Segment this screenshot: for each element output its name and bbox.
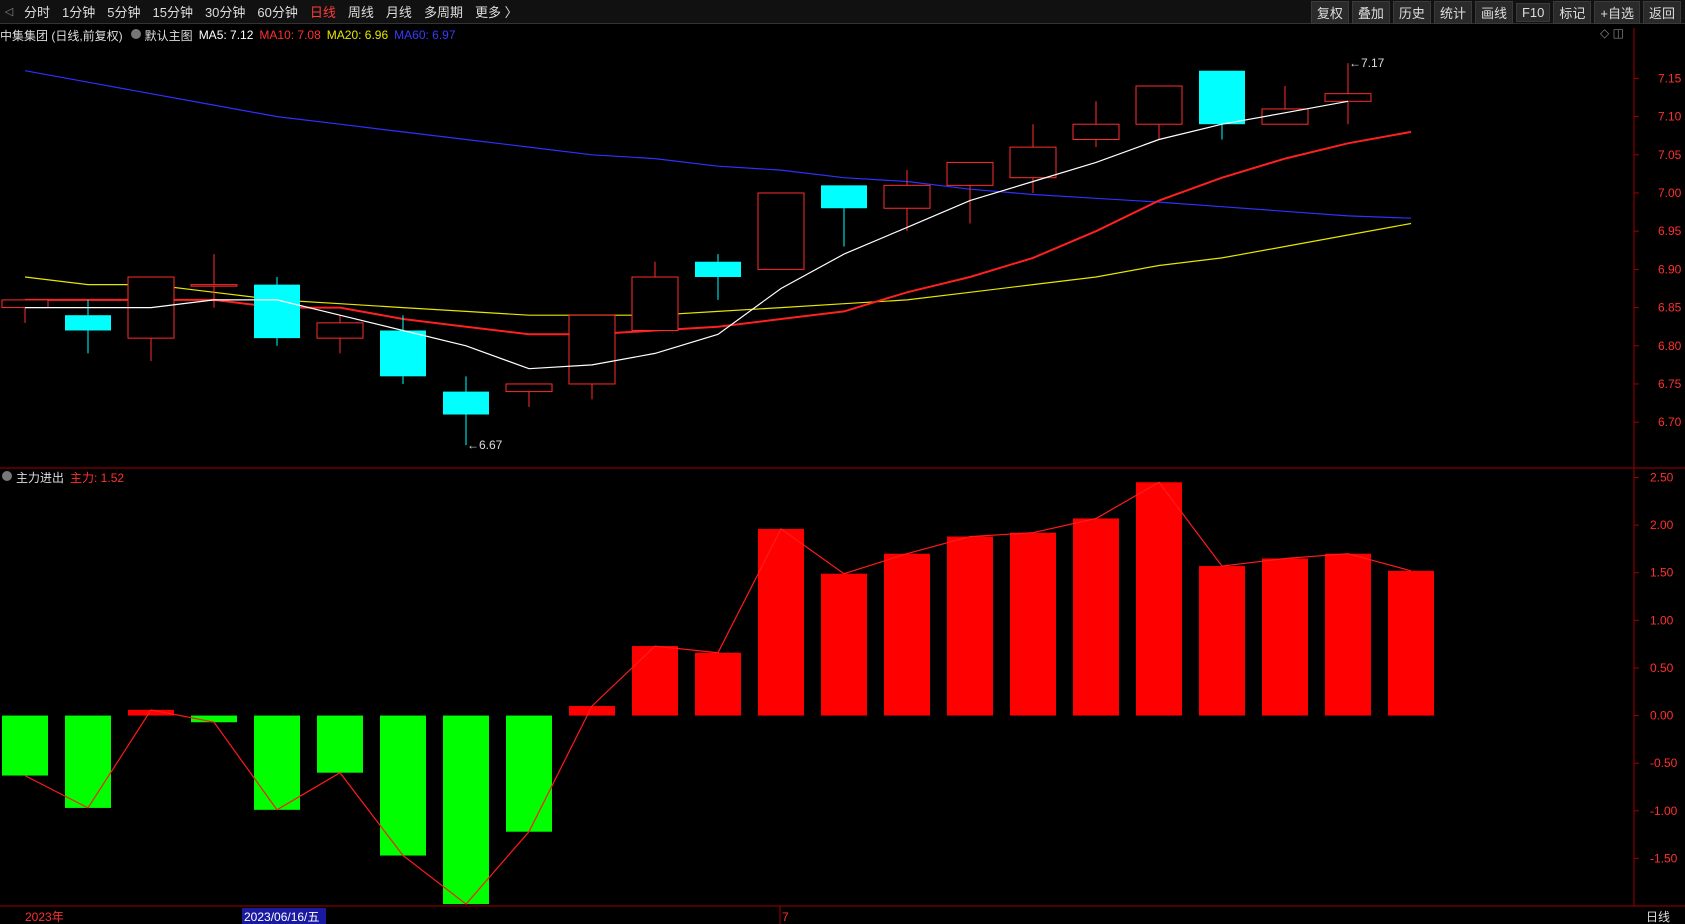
flow-bar-15 (947, 536, 993, 716)
main-ytick-label-5: 6.95 (1658, 224, 1682, 238)
chart-canvas[interactable]: 6.70 6.75 6.80 6.85 6.90 6.95 7.00 7.05 7.10 7.15… (0, 0, 1685, 924)
main-ytick-label-6: 7.00 (1658, 186, 1682, 200)
main-ytick-label-1: 6.75 (1658, 377, 1682, 391)
sub-ytick-label-1: -1.00 (1650, 804, 1678, 818)
candle-body-17 (1072, 123, 1120, 140)
main-ytick-label-4: 6.90 (1658, 262, 1682, 276)
flow-bar-0 (2, 715, 48, 776)
candle-body-21 (1324, 93, 1372, 102)
flow-bar-19 (1199, 566, 1245, 716)
candle-body-3 (190, 284, 238, 287)
sub-ytick-label-7: 2.00 (1650, 518, 1674, 532)
candle-body-20 (1261, 108, 1309, 125)
candle-body-1 (65, 315, 111, 331)
sub-ytick-label-0: -1.50 (1650, 851, 1678, 865)
flow-bar-11 (695, 652, 741, 716)
flow-bar-21 (1325, 553, 1371, 716)
sub-ytick-label-4: 0.50 (1650, 661, 1674, 675)
status-month: 7 (782, 910, 789, 924)
flow-bar-7 (443, 715, 489, 905)
flow-bar-16 (1010, 532, 1056, 716)
flow-bar-12 (758, 528, 804, 716)
main-ytick-label-0: 6.70 (1658, 415, 1682, 429)
candle-body-7 (443, 391, 489, 415)
sub-ytick-label-6: 1.50 (1650, 566, 1674, 580)
price-annotation-1: ←7.17 (1349, 56, 1385, 70)
flow-bar-8 (506, 715, 552, 832)
candle-body-0 (1, 299, 49, 309)
main-ytick-label-3: 6.85 (1658, 301, 1682, 315)
main-ytick-label-8: 7.10 (1658, 110, 1682, 124)
candle-body-6 (380, 330, 426, 377)
status-year: 2023年 (25, 910, 64, 924)
main-ytick-label-7: 7.05 (1658, 148, 1682, 162)
sub-ytick-label-3: 0.00 (1650, 709, 1674, 723)
flow-bar-1 (65, 715, 111, 808)
flow-bar-20 (1262, 558, 1308, 716)
flow-bar-9 (569, 706, 615, 716)
candle-body-14 (883, 184, 931, 209)
candle-body-13 (821, 185, 867, 209)
candle-body-10 (631, 276, 679, 331)
candle-body-11 (695, 261, 741, 278)
candle-body-16 (1009, 146, 1057, 179)
ma10-line (25, 130, 1412, 336)
price-annotation-0: ←6.67 (467, 438, 503, 452)
flow-bar-10 (632, 646, 678, 716)
flow-bar-17 (1073, 518, 1119, 716)
flow-bar-13 (821, 573, 867, 716)
candle-body-8 (505, 383, 553, 393)
main-ytick-label-9: 7.15 (1658, 71, 1682, 85)
candle-body-19 (1199, 70, 1245, 125)
main-ytick-label-2: 6.80 (1658, 339, 1682, 353)
sub-ytick-label-2: -0.50 (1650, 756, 1678, 770)
status-date: 2023/06/16/五 (244, 910, 319, 924)
flow-bar-4 (254, 715, 300, 810)
candle-body-15 (946, 161, 994, 186)
candle-body-18 (1135, 85, 1183, 125)
flow-bar-14 (884, 553, 930, 716)
sub-ytick-label-5: 1.00 (1650, 613, 1674, 627)
flow-bar-5 (317, 715, 363, 773)
status-period: 日线 (1646, 910, 1670, 924)
sub-ytick-label-8: 2.50 (1650, 471, 1674, 485)
flow-bar-18 (1136, 482, 1182, 716)
candle-body-12 (757, 192, 805, 270)
candle-body-9 (568, 314, 616, 385)
candle-body-4 (254, 284, 300, 339)
candle-body-5 (316, 322, 364, 339)
flow-bar-22 (1388, 570, 1434, 716)
